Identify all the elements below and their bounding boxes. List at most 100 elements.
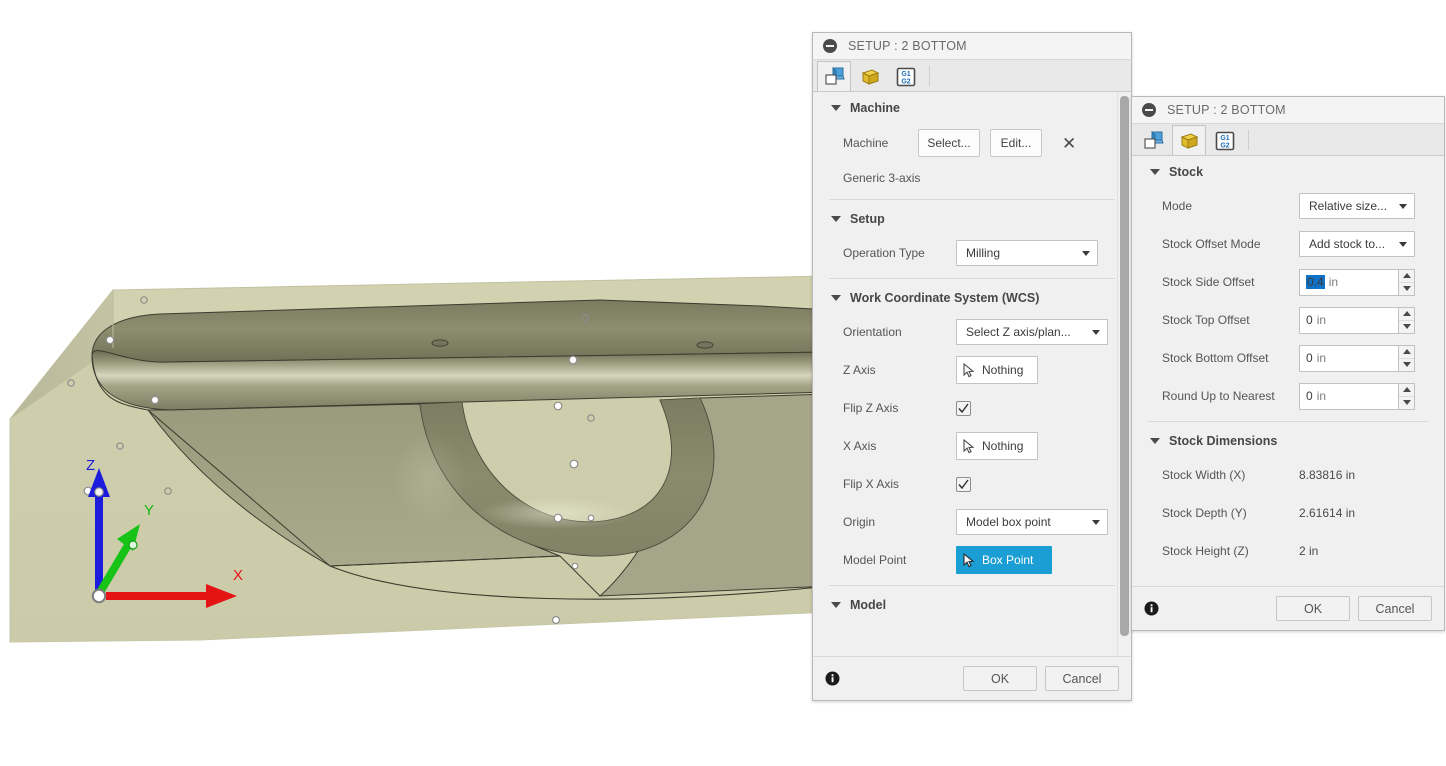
collapse-icon[interactable] <box>823 39 837 53</box>
stock-scroll-area: Stock Mode Relative size... Stock Offset… <box>1132 157 1444 586</box>
row-machine: Machine Select... Edit... ✕ <box>813 123 1131 163</box>
chevron-down-icon[interactable] <box>831 216 841 222</box>
setup-scrollbar-thumb[interactable] <box>1120 96 1129 636</box>
cancel-button[interactable]: Cancel <box>1045 666 1119 691</box>
setup-cube-icon <box>1143 130 1164 149</box>
setup-scroll-area[interactable]: Machine Machine Select... Edit... ✕ Gene… <box>813 93 1131 656</box>
svg-text:G2: G2 <box>1220 142 1229 149</box>
machine-clear-icon[interactable]: ✕ <box>1058 135 1080 152</box>
stock-dialog-tabs[interactable]: G1 G2 <box>1132 124 1444 156</box>
chevron-down-icon[interactable] <box>831 105 841 111</box>
stepper-down-icon[interactable] <box>1399 319 1414 333</box>
stepper-down-icon[interactable] <box>1399 357 1414 371</box>
stock-depth-label: Stock Depth (Y) <box>1162 506 1247 520</box>
flip-x-axis-checkbox[interactable] <box>956 476 971 492</box>
row-flip-z-axis: Flip Z Axis <box>813 389 1131 427</box>
stock-side-offset-spinner[interactable]: 0.4 in <box>1299 268 1415 296</box>
round-up-to-nearest-spinner[interactable]: 0 in <box>1299 382 1415 410</box>
section-wcs-title: Work Coordinate System (WCS) <box>850 291 1040 305</box>
setup-dialog-titlebar[interactable]: SETUP : 2 BOTTOM <box>813 33 1131 60</box>
info-icon[interactable] <box>1144 601 1159 616</box>
mode-select[interactable]: Relative size... <box>1299 193 1415 219</box>
chevron-down-icon[interactable] <box>831 602 841 608</box>
divider-3 <box>829 585 1115 586</box>
stepper-down-icon[interactable] <box>1399 395 1414 409</box>
stock-offset-mode-select[interactable]: Add stock to... <box>1299 231 1415 257</box>
origin-select[interactable]: Model box point <box>956 509 1108 535</box>
z-axis-label: Z Axis <box>843 363 876 377</box>
stepper-up-icon[interactable] <box>1399 384 1414 396</box>
row-stock-width: Stock Width (X) 8.83816 in <box>1132 456 1444 494</box>
tab-setup[interactable] <box>1136 125 1170 155</box>
z-axis-selection-button[interactable]: Nothing <box>956 356 1038 384</box>
stock-dialog-title: SETUP : 2 BOTTOM <box>1167 103 1286 117</box>
tab-stock[interactable] <box>1172 125 1206 155</box>
stock-bottom-offset-label: Stock Bottom Offset <box>1162 351 1269 365</box>
section-wcs-header[interactable]: Work Coordinate System (WCS) <box>813 283 1131 313</box>
stepper-down-icon[interactable] <box>1399 281 1414 295</box>
x-axis-value: Nothing <box>982 439 1024 453</box>
orientation-select[interactable]: Select Z axis/plan... <box>956 319 1108 345</box>
tab-setup[interactable] <box>817 61 851 91</box>
section-stock-title: Stock <box>1169 165 1204 179</box>
flip-z-axis-checkbox[interactable] <box>956 400 971 416</box>
stock-cube-icon <box>1180 132 1198 149</box>
stepper-up-icon[interactable] <box>1399 308 1414 320</box>
operation-type-select[interactable]: Milling <box>956 240 1098 266</box>
stock-dialog-titlebar[interactable]: SETUP : 2 BOTTOM <box>1132 97 1444 124</box>
chevron-down-icon <box>1399 241 1407 247</box>
ok-button[interactable]: OK <box>1276 596 1350 621</box>
model-point-value: Box Point <box>982 553 1034 567</box>
stock-top-offset-stepper[interactable] <box>1398 306 1415 334</box>
tab-post-process[interactable]: G1 G2 <box>889 61 923 91</box>
chevron-down-icon[interactable] <box>1150 169 1160 175</box>
svg-text:G1: G1 <box>901 71 910 78</box>
round-up-to-nearest-stepper[interactable] <box>1398 382 1415 410</box>
row-origin: Origin Model box point <box>813 503 1131 541</box>
x-axis-label: X <box>233 567 243 584</box>
stock-bottom-offset-stepper[interactable] <box>1398 344 1415 372</box>
stock-dialog[interactable]: SETUP : 2 BOTTOM G1 G2 Stock Mode Relati… <box>1131 96 1445 631</box>
divider-2 <box>829 278 1115 279</box>
section-setup-header[interactable]: Setup <box>813 204 1131 234</box>
chevron-down-icon[interactable] <box>1150 438 1160 444</box>
row-stock-side-offset: Stock Side Offset 0.4 in <box>1132 263 1444 301</box>
round-up-to-nearest-input[interactable]: 0 in <box>1299 382 1398 410</box>
stock-side-offset-stepper[interactable] <box>1398 268 1415 296</box>
cancel-button[interactable]: Cancel <box>1358 596 1432 621</box>
chevron-down-icon <box>1082 250 1090 256</box>
machine-edit-button[interactable]: Edit... <box>990 129 1042 157</box>
stock-bottom-offset-input[interactable]: 0 in <box>1299 344 1398 372</box>
chevron-down-icon[interactable] <box>831 295 841 301</box>
round-up-to-nearest-label: Round Up to Nearest <box>1162 389 1275 403</box>
ok-button[interactable]: OK <box>963 666 1037 691</box>
stock-top-offset-input[interactable]: 0 in <box>1299 306 1398 334</box>
section-machine-header[interactable]: Machine <box>813 93 1131 123</box>
section-setup: Setup Operation Type Milling <box>813 204 1131 272</box>
machine-select-button[interactable]: Select... <box>918 129 980 157</box>
stock-top-offset-spinner[interactable]: 0 in <box>1299 306 1415 334</box>
tab-stock[interactable] <box>853 61 887 91</box>
stock-bottom-offset-spinner[interactable]: 0 in <box>1299 344 1415 372</box>
section-stock-header[interactable]: Stock <box>1132 157 1444 187</box>
stepper-up-icon[interactable] <box>1399 270 1414 282</box>
stock-side-offset-label: Stock Side Offset <box>1162 275 1255 289</box>
setup-scrollbar[interactable] <box>1117 93 1131 656</box>
section-model-header[interactable]: Model <box>813 590 1131 620</box>
stock-height-value: 2 in <box>1299 544 1319 558</box>
section-stock-dimensions-header[interactable]: Stock Dimensions <box>1132 426 1444 456</box>
mode-value: Relative size... <box>1309 199 1388 213</box>
collapse-icon[interactable] <box>1142 103 1156 117</box>
orientation-value: Select Z axis/plan... <box>966 325 1071 339</box>
model-point-label: Model Point <box>843 553 907 567</box>
machine-value: Generic 3-axis <box>843 171 921 185</box>
info-icon[interactable] <box>825 671 840 686</box>
stock-side-offset-input[interactable]: 0.4 in <box>1299 268 1398 296</box>
x-axis-selection-button[interactable]: Nothing <box>956 432 1038 460</box>
stepper-up-icon[interactable] <box>1399 346 1414 358</box>
tab-post-process[interactable]: G1 G2 <box>1208 125 1242 155</box>
setup-dialog-tabs[interactable]: G1 G2 <box>813 60 1131 92</box>
setup-dialog[interactable]: SETUP : 2 BOTTOM G1 G2 Machine Machine S… <box>812 32 1132 701</box>
model-point-selection-button[interactable]: Box Point <box>956 546 1052 574</box>
flip-x-axis-label: Flip X Axis <box>843 477 900 491</box>
